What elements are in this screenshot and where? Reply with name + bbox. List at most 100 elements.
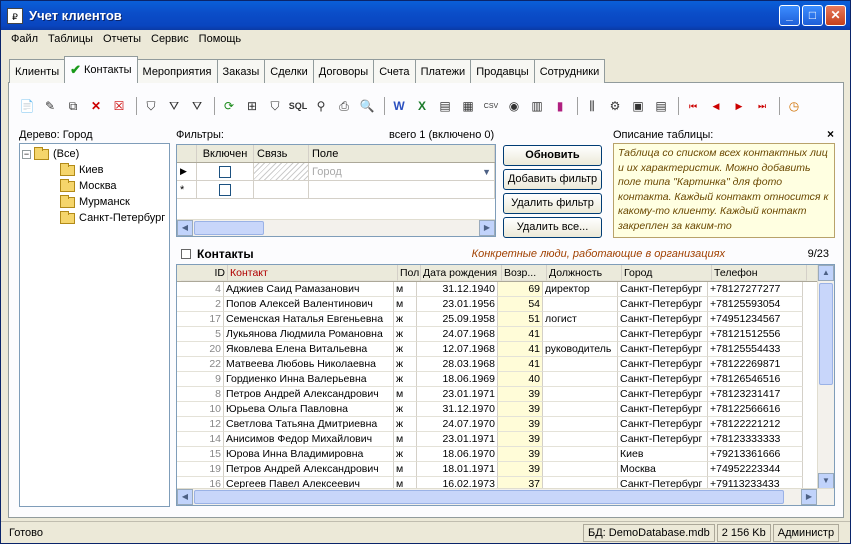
col-contact-cell[interactable]: Матвеева Любовь Николаевна [224,357,394,372]
print-preview-icon[interactable]: 🔍 [357,96,377,116]
col-age-cell[interactable]: 41 [498,357,543,372]
col-id-cell[interactable]: 2 [177,297,224,312]
sql-icon[interactable]: SQL [288,96,308,116]
new-record-icon[interactable]: 📄 [17,96,37,116]
col-contact-cell[interactable]: Юрьева Ольга Павловна [224,402,394,417]
col-phone-cell[interactable]: +78122269871 [708,357,803,372]
col-position-cell[interactable] [543,387,618,402]
col-gender-cell[interactable]: м [394,387,417,402]
col-birthdate-cell[interactable]: 18.06.1970 [417,447,498,462]
col-birthdate-cell[interactable]: 25.09.1958 [417,312,498,327]
col-contact-cell[interactable]: Анисимов Федор Михайлович [224,432,394,447]
col-position-cell[interactable] [543,462,618,477]
tab-employees[interactable]: Сотрудники [533,59,606,83]
col-contact-cell[interactable]: Попов Алексей Валентинович [224,297,394,312]
col-phone-cell[interactable]: +78122566616 [708,402,803,417]
table-row[interactable]: 2 Попов Алексей Валентинович м 23.01.1956 54… [177,297,834,312]
col-contact-cell[interactable]: Семенская Наталья Евгеньевна [224,312,394,327]
col-gender-cell[interactable]: м [394,462,417,477]
filter-enabled-checkbox[interactable] [219,165,231,178]
col-age-cell[interactable]: 39 [498,447,543,462]
table-row[interactable]: 15 Юрова Инна Владимировна ж 18.06.1970 39 Ки… [177,447,834,462]
form-icon[interactable]: ▤ [651,96,671,116]
col-city-cell[interactable]: Санкт-Петербург [618,372,708,387]
table-row[interactable]: 9 Гордиенко Инна Валерьевна ж 18.06.1969 40 С… [177,372,834,387]
col-gender-cell[interactable]: ж [394,357,417,372]
col-gender-cell[interactable]: ж [394,312,417,327]
col-position-cell[interactable] [543,327,618,342]
grid-hscrollbar[interactable]: ◀ ▶ [177,488,834,505]
scroll-up-icon[interactable]: ▲ [818,265,834,281]
col-birthdate-cell[interactable]: 23.01.1971 [417,387,498,402]
col-age-cell[interactable]: 51 [498,312,543,327]
col-position-cell[interactable] [543,357,618,372]
menu-service[interactable]: Сервис [147,33,193,45]
tab-events[interactable]: Мероприятия [136,59,218,83]
excel-export-icon[interactable]: X [412,96,432,116]
col-id-cell[interactable]: 4 [177,282,224,297]
col-birthdate-cell[interactable]: 24.07.1968 [417,327,498,342]
tree-item[interactable]: Москва [22,178,167,194]
col-birthdate-cell[interactable]: 18.06.1969 [417,372,498,387]
settings-icon[interactable]: ▣ [628,96,648,116]
col-position-cell[interactable] [543,297,618,312]
prev-record-icon[interactable]: ◀ [706,96,726,116]
col-city-cell[interactable]: Киев [618,447,708,462]
col-age-header[interactable]: Возр... [502,265,547,281]
col-age-cell[interactable]: 41 [498,327,543,342]
table-row[interactable]: 4 Аджиев Саид Рамазанович м 31.12.1940 69 дир… [177,282,834,297]
table-row[interactable]: 20 Яковлева Елена Витальевна ж 12.07.1968 41… [177,342,834,357]
csv-export-icon[interactable]: CSV [481,96,501,116]
filter-panel-icon[interactable]: ⛉ [265,96,285,116]
copy-icon[interactable]: ⧉ [63,96,83,116]
tab-contacts[interactable]: ✔ Контакты [64,56,138,83]
html-export-icon[interactable]: ▤ [435,96,455,116]
col-id-cell[interactable]: 9 [177,372,224,387]
col-age-cell[interactable]: 39 [498,462,543,477]
col-phone-cell[interactable]: +78126546516 [708,372,803,387]
col-phone-cell[interactable]: +78121512556 [708,327,803,342]
scroll-thumb[interactable] [194,221,264,235]
col-gender-cell[interactable]: ж [394,447,417,462]
col-city-cell[interactable]: Санкт-Петербург [618,357,708,372]
col-gender-cell[interactable]: ж [394,402,417,417]
contacts-grid[interactable]: ID Контакт Пол Дата рождения Возр... Должност… [176,264,835,506]
tree-item[interactable]: Санкт-Петербург [22,210,167,226]
word-export-icon[interactable]: W [389,96,409,116]
col-city-cell[interactable]: Санкт-Петербург [618,312,708,327]
col-phone-cell[interactable]: +78122221212 [708,417,803,432]
col-gender-cell[interactable]: ж [394,372,417,387]
filter-field-select[interactable]: Город ▼ [309,163,495,180]
scroll-left-icon[interactable]: ◀ [177,489,193,505]
col-position-cell[interactable]: руководитель [543,342,618,357]
col-age-cell[interactable]: 40 [498,372,543,387]
col-city-header[interactable]: Город [622,265,712,281]
col-id-header[interactable]: ID [181,265,228,281]
col-phone-cell[interactable]: +78127277277 [708,282,803,297]
filter-field-cell[interactable] [309,181,495,198]
scroll-thumb[interactable] [819,283,833,385]
scroll-down-icon[interactable]: ▼ [818,473,834,489]
scroll-left-icon[interactable]: ◀ [177,220,193,236]
col-city-cell[interactable]: Санкт-Петербург [618,417,708,432]
col-birthdate-cell[interactable]: 23.01.1956 [417,297,498,312]
col-phone-cell[interactable]: +74952223344 [708,462,803,477]
print-icon[interactable]: ⎙ [334,96,354,116]
delete-icon[interactable]: ✕ [86,96,106,116]
col-birthdate-cell[interactable]: 24.07.1970 [417,417,498,432]
col-gender-cell[interactable]: ж [394,342,417,357]
web-export-icon[interactable]: ◉ [504,96,524,116]
col-contact-cell[interactable]: Петров Андрей Александрович [224,387,394,402]
minimize-button[interactable]: _ [779,5,800,26]
last-record-icon[interactable]: ⏭ [752,96,772,116]
tab-orders[interactable]: Заказы [216,59,266,83]
col-age-cell[interactable]: 69 [498,282,543,297]
col-birthdate-cell[interactable]: 28.03.1968 [417,357,498,372]
table-row[interactable]: 10 Юрьева Ольга Павловна ж 31.12.1970 39 Санк… [177,402,834,417]
col-birthdate-cell[interactable]: 23.01.1971 [417,432,498,447]
col-phone-header[interactable]: Телефон [712,265,807,281]
col-phone-cell[interactable]: +74951234567 [708,312,803,327]
tab-contracts[interactable]: Договоры [312,59,375,83]
menu-reports[interactable]: Отчеты [99,33,145,45]
col-birthdate-cell[interactable]: 31.12.1940 [417,282,498,297]
